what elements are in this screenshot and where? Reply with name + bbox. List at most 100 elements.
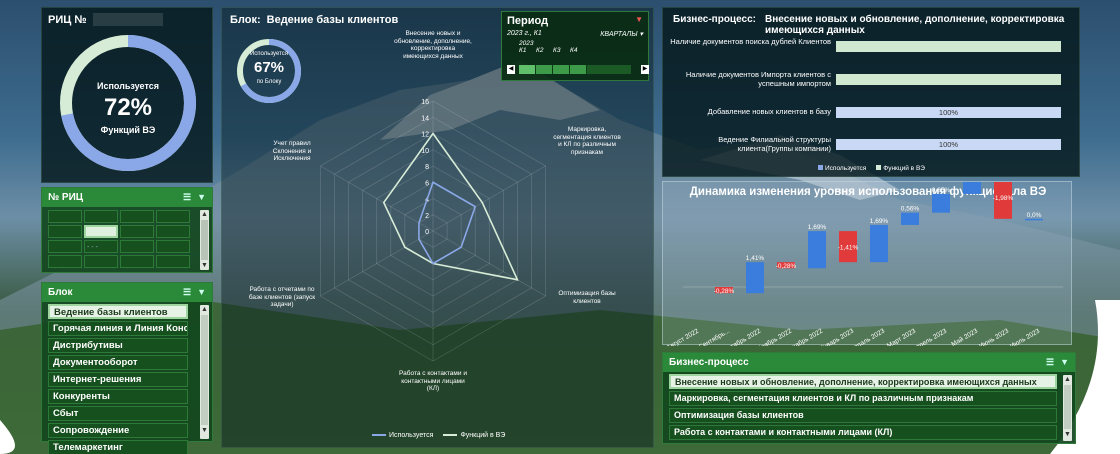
gauge-line1: Используется — [96, 81, 159, 91]
bp-slicer-item[interactable]: Работа с контактами и контактными лицами… — [669, 425, 1057, 440]
radar-series-total — [382, 132, 519, 281]
dynamics-chart-panel: Динамика изменения уровня использования … — [662, 181, 1072, 346]
radar-scale-label: 12 — [421, 132, 429, 139]
bp-row-label: Ведение Филиальной структуры клиента(Гру… — [718, 135, 831, 153]
multiselect-icon[interactable]: ☰ — [1046, 357, 1054, 368]
quarter-segment[interactable] — [570, 65, 587, 74]
block-slicer-item[interactable]: Телемаркетинг — [48, 440, 188, 454]
radar-axis-label: Оптимизация базы клиентов — [558, 290, 616, 305]
ric-cell[interactable] — [156, 210, 190, 223]
bp-scrollbar[interactable]: ▲ ▼ — [1063, 375, 1072, 441]
block-slicer-item[interactable]: Сопровождение — [48, 423, 188, 438]
ric-cell[interactable] — [156, 240, 190, 253]
radar-legend-used: Используется — [372, 432, 433, 439]
ric-cell[interactable] — [120, 255, 154, 268]
ric-cell[interactable] — [48, 210, 82, 223]
block-slicer-item[interactable]: Сбыт — [48, 406, 188, 421]
bp-list: Внесение новых и обновление, дополнение,… — [663, 372, 1063, 440]
ric-cell[interactable] — [48, 240, 82, 253]
ric-cell[interactable]: - - - — [84, 240, 118, 253]
ric-cell[interactable] — [84, 225, 118, 238]
bp-label: Бизнес-процесс: — [673, 14, 756, 25]
wf-data-label: -1,98% — [993, 195, 1014, 202]
bp-legend-used: Используется — [818, 165, 866, 172]
bp-slicer-item[interactable]: Маркировка, сегментация клиентов и КЛ по… — [669, 391, 1057, 406]
bp-chart-panel: Бизнес-процесс: Внесение новых и обновле… — [662, 7, 1080, 177]
quarter-label: К2 — [536, 47, 544, 54]
quarter-segment[interactable] — [553, 65, 570, 74]
quarter-segment[interactable] — [519, 65, 536, 74]
radar-legend-total: Функций в ВЭ — [443, 432, 505, 439]
period-slicer: Период ▼ 2023 г., К1 КВАРТАЛЫ ▾ 2023 К1 К… — [501, 11, 649, 81]
multiselect-icon[interactable]: ☰ — [183, 192, 191, 203]
wf-bar — [870, 224, 888, 263]
multiselect-icon[interactable]: ☰ — [183, 287, 191, 298]
bp-row-label: Добавление новых клиентов в базу — [707, 107, 831, 116]
block-slicer-item[interactable]: Ведение базы клиентов — [48, 304, 188, 319]
wf-category-label: Июнь 2023 — [978, 327, 1010, 346]
wf-data-label: 1,69% — [808, 224, 827, 231]
radar-axis-label: Учет правил Склонения и Исключения — [272, 140, 312, 162]
timeline-bar[interactable] — [519, 65, 631, 74]
wf-category-label: Сентябрь... — [697, 327, 731, 346]
bp-slicer-item[interactable]: Оптимизация базы клиентов — [669, 408, 1057, 423]
bp-row-bar — [836, 41, 1061, 52]
bp-row-value: 100% — [938, 140, 959, 149]
clear-filter-icon[interactable]: ▼ — [1060, 357, 1069, 368]
radar-scale-label: 6 — [425, 180, 429, 187]
wf-bar — [746, 262, 764, 294]
wf-bar — [1025, 218, 1043, 221]
wf-data-label: 0,85% — [932, 187, 951, 194]
wf-category-label: Апрель 2023 — [911, 327, 948, 346]
clear-filter-icon[interactable]: ▼ — [197, 192, 206, 203]
radar-scale-label: 14 — [421, 115, 429, 122]
quarter-segment[interactable] — [536, 65, 553, 74]
ric-cell[interactable] — [120, 240, 154, 253]
wf-data-label: 1,41% — [746, 255, 765, 262]
ric-cell[interactable] — [120, 225, 154, 238]
ric-title-value — [92, 13, 163, 26]
bp-legend-total: Функций в ВЭ — [876, 165, 925, 172]
radar-scale-label: 16 — [421, 99, 429, 106]
gauge-line2: Функций ВЭ — [100, 125, 156, 135]
ric-cell[interactable] — [48, 225, 82, 238]
gauge-value: 72% — [103, 94, 153, 121]
bp-slicer-item[interactable]: Внесение новых и обновление, дополнение,… — [669, 374, 1057, 389]
block-slicer-item[interactable]: Дистрибутивы — [48, 338, 188, 353]
wf-data-label: 1,69% — [870, 218, 889, 225]
wf-data-label: -0,28% — [714, 288, 735, 295]
ric-cell[interactable] — [84, 210, 118, 223]
block-slicer-item[interactable]: Документооборот — [48, 355, 188, 370]
clear-filter-icon[interactable]: ▼ — [197, 287, 206, 298]
wf-data-label: 0,56% — [901, 206, 920, 213]
block-slicer-item[interactable]: Интернет-решения — [48, 372, 188, 387]
period-mode-dropdown[interactable]: КВАРТАЛЫ ▾ — [600, 30, 643, 38]
timeline-left-button[interactable]: ◀ — [507, 65, 515, 74]
block-slicer-title: Блок — [48, 287, 73, 298]
period-selected: 2023 г., К1 — [507, 30, 542, 37]
block-scrollbar[interactable]: ▲ ▼ — [200, 305, 209, 439]
radar-scale-label: 0 — [425, 229, 429, 236]
radar-axis-label: Работа с отчетами по базе клиентов (запу… — [248, 286, 316, 308]
period-title: Период — [507, 15, 549, 27]
ric-cell[interactable] — [84, 255, 118, 268]
ric-slicer: № РИЦ ☰ ▼ - - - ▲ ▼ — [41, 187, 213, 273]
ric-cell[interactable] — [48, 255, 82, 268]
wf-data-label: -1,41% — [838, 245, 859, 252]
wf-data-label: -0,28% — [776, 263, 797, 270]
ric-cell[interactable] — [120, 210, 154, 223]
block-slicer-item[interactable]: Горячая линия и Линия Конс... — [48, 321, 188, 336]
clear-filter-icon[interactable]: ▼ — [635, 15, 643, 27]
timeline-right-button[interactable]: ▶ — [641, 65, 649, 74]
ric-cell[interactable] — [156, 225, 190, 238]
quarter-label: К3 — [553, 47, 561, 54]
bp-row-label: Наличие документов Импорта клиентов с ус… — [685, 70, 831, 88]
quarter-label: К4 — [570, 47, 578, 54]
ric-scrollbar[interactable]: ▲ ▼ — [200, 210, 209, 270]
wf-bar — [808, 231, 826, 269]
bp-row-label: Наличие документов поиска дублей Клиенто… — [670, 37, 831, 46]
block-slicer-item[interactable]: Конкуренты — [48, 389, 188, 404]
wf-category-label: Август 2022 — [665, 327, 700, 346]
ric-grid: - - - — [42, 207, 212, 271]
ric-cell[interactable] — [156, 255, 190, 268]
